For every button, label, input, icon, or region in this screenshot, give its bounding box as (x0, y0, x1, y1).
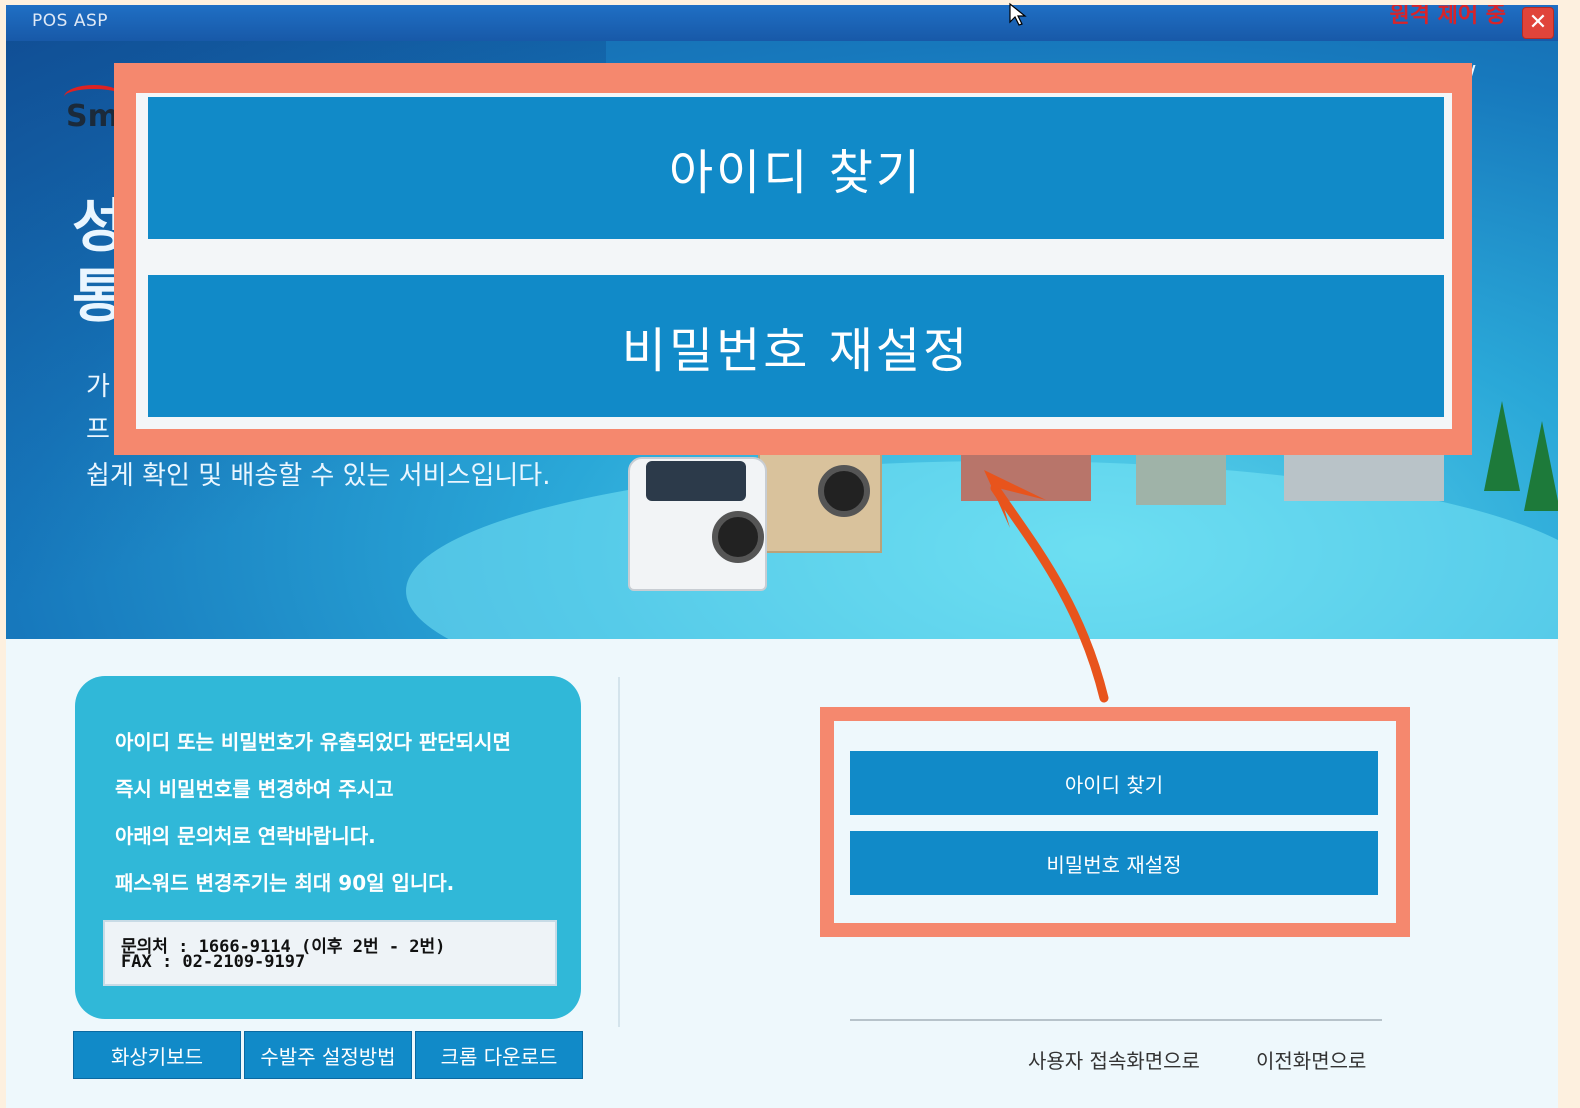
mouse-cursor-icon (1009, 2, 1027, 26)
annotation-arrow-icon (984, 470, 1109, 703)
